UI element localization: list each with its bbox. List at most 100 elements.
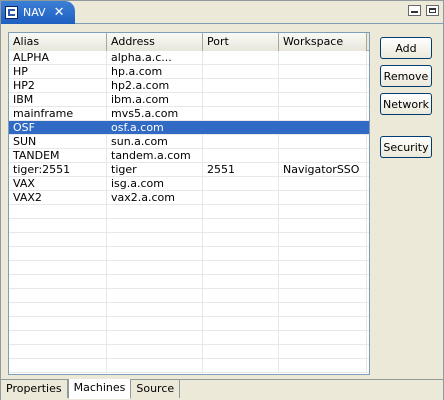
cell-alias: TANDEM bbox=[9, 149, 107, 162]
cell-workspace bbox=[279, 121, 367, 134]
empty-cell bbox=[107, 359, 203, 372]
empty-cell bbox=[203, 303, 279, 316]
empty-cell bbox=[9, 247, 107, 260]
empty-cell bbox=[279, 205, 367, 218]
tab-source[interactable]: Source bbox=[131, 380, 181, 398]
tab-properties[interactable]: Properties bbox=[1, 380, 68, 398]
cell-alias: IBM bbox=[9, 93, 107, 106]
cell-alias: HP2 bbox=[9, 79, 107, 92]
empty-cell bbox=[279, 331, 367, 344]
cell-address: alpha.a.c... bbox=[107, 51, 203, 64]
cell-address: sun.a.com bbox=[107, 135, 203, 148]
remove-button[interactable]: Remove bbox=[380, 65, 432, 87]
tab-machines[interactable]: Machines bbox=[67, 379, 132, 399]
empty-cell bbox=[279, 303, 367, 316]
cell-port bbox=[203, 121, 279, 134]
cell-address: tiger bbox=[107, 163, 203, 176]
table-row[interactable]: SUN sun.a.com bbox=[9, 135, 369, 149]
empty-cell bbox=[9, 303, 107, 316]
cell-address: vax2.a.com bbox=[107, 191, 203, 204]
maximize-icon[interactable] bbox=[426, 5, 439, 16]
table-row[interactable]: mainframe mvs5.a.com bbox=[9, 107, 369, 121]
close-icon[interactable]: ✕ bbox=[54, 6, 65, 19]
cell-address: isg.a.com bbox=[107, 177, 203, 190]
table-row[interactable]: IBM ibm.a.com bbox=[9, 93, 369, 107]
empty-cell bbox=[107, 289, 203, 302]
machines-table[interactable]: Alias Address Port Workspace ALPHA alpha.… bbox=[8, 32, 370, 375]
empty-cell bbox=[279, 289, 367, 302]
cell-port: 2551 bbox=[203, 163, 279, 176]
table-row[interactable]: OSF osf.a.com bbox=[9, 121, 369, 135]
empty-cell bbox=[9, 233, 107, 246]
empty-cell bbox=[203, 331, 279, 344]
cell-address: hp2.a.com bbox=[107, 79, 203, 92]
empty-cell bbox=[279, 261, 367, 274]
empty-table-row bbox=[9, 303, 369, 317]
empty-cell bbox=[279, 247, 367, 260]
column-header-port[interactable]: Port bbox=[203, 33, 279, 51]
empty-cell bbox=[107, 219, 203, 232]
view-tab-nav[interactable]: NAV ✕ bbox=[1, 1, 75, 24]
view-tab-strip: NAV ✕ bbox=[1, 1, 443, 24]
column-header-alias[interactable]: Alias bbox=[9, 33, 107, 51]
empty-cell bbox=[9, 219, 107, 232]
bottom-tab-bar: Properties Machines Source bbox=[1, 379, 443, 400]
empty-cell bbox=[279, 345, 367, 358]
empty-cell bbox=[107, 331, 203, 344]
empty-cell bbox=[9, 331, 107, 344]
empty-cell bbox=[279, 317, 367, 330]
nav-view-window: NAV ✕ Alias Address Port Workspace ALPHA… bbox=[0, 0, 444, 400]
table-row[interactable]: TANDEM tandem.a.com bbox=[9, 149, 369, 163]
empty-table-row bbox=[9, 261, 369, 275]
empty-cell bbox=[203, 261, 279, 274]
cell-workspace bbox=[279, 79, 367, 92]
cell-address: hp.a.com bbox=[107, 65, 203, 78]
cell-alias: VAX2 bbox=[9, 191, 107, 204]
cell-port bbox=[203, 107, 279, 120]
cell-alias: HP bbox=[9, 65, 107, 78]
navigator-view-icon bbox=[5, 6, 18, 19]
column-header-address[interactable]: Address bbox=[107, 33, 203, 51]
empty-cell bbox=[203, 289, 279, 302]
minimize-icon[interactable] bbox=[408, 5, 421, 16]
add-button[interactable]: Add bbox=[380, 37, 432, 59]
cell-workspace bbox=[279, 107, 367, 120]
view-tab-title: NAV bbox=[23, 6, 46, 19]
empty-cell bbox=[107, 303, 203, 316]
cell-port bbox=[203, 191, 279, 204]
security-button[interactable]: Security bbox=[380, 136, 432, 158]
empty-cell bbox=[203, 275, 279, 288]
empty-cell bbox=[279, 275, 367, 288]
cell-address: ibm.a.com bbox=[107, 93, 203, 106]
empty-table-row bbox=[9, 359, 369, 373]
table-row[interactable]: ALPHA alpha.a.c... bbox=[9, 51, 369, 65]
cell-port bbox=[203, 149, 279, 162]
empty-cell bbox=[203, 233, 279, 246]
cell-workspace bbox=[279, 93, 367, 106]
empty-cell bbox=[107, 205, 203, 218]
table-header: Alias Address Port Workspace bbox=[9, 33, 369, 51]
cell-alias: VAX bbox=[9, 177, 107, 190]
cell-workspace bbox=[279, 135, 367, 148]
table-row[interactable]: HP2 hp2.a.com bbox=[9, 79, 369, 93]
cell-address: osf.a.com bbox=[107, 121, 203, 134]
cell-port bbox=[203, 93, 279, 106]
empty-table-row bbox=[9, 317, 369, 331]
table-row[interactable]: VAX2 vax2.a.com bbox=[9, 191, 369, 205]
cell-address: mvs5.a.com bbox=[107, 107, 203, 120]
empty-cell bbox=[107, 233, 203, 246]
network-button[interactable]: Network bbox=[380, 93, 432, 115]
table-row[interactable]: tiger:2551 tiger 2551 NavigatorSSO bbox=[9, 163, 369, 177]
empty-cell bbox=[203, 205, 279, 218]
cell-workspace bbox=[279, 65, 367, 78]
column-header-workspace[interactable]: Workspace bbox=[279, 33, 367, 51]
empty-cell bbox=[107, 275, 203, 288]
table-row[interactable]: HP hp.a.com bbox=[9, 65, 369, 79]
empty-cell bbox=[9, 261, 107, 274]
empty-cell bbox=[107, 261, 203, 274]
empty-cell bbox=[9, 275, 107, 288]
table-row[interactable]: VAX isg.a.com bbox=[9, 177, 369, 191]
cell-port bbox=[203, 65, 279, 78]
empty-cell bbox=[9, 359, 107, 372]
cell-workspace bbox=[279, 149, 367, 162]
